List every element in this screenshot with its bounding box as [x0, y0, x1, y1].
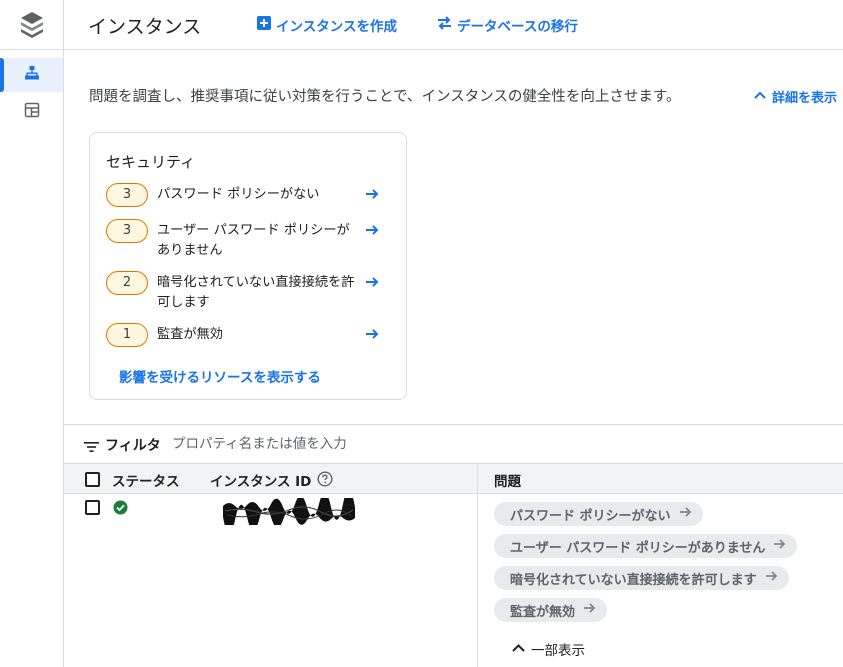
- chevron-up-icon: [512, 641, 525, 657]
- issue-chip-label: パスワード ポリシーがない: [510, 508, 671, 524]
- arrow-right-icon: [773, 538, 787, 554]
- issue-count-badge: 2: [106, 271, 148, 295]
- rail-item-instances[interactable]: [0, 58, 63, 92]
- swap-arrows-icon: [437, 16, 452, 34]
- help-circle-icon[interactable]: [317, 471, 333, 491]
- issue-chip[interactable]: 監査が無効: [494, 598, 608, 622]
- show-less-toggle[interactable]: 一部表示: [512, 639, 585, 659]
- arrow-right-icon: [679, 506, 693, 522]
- filter-bar: フィルタ: [64, 424, 843, 464]
- hierarchy-icon: [24, 65, 40, 85]
- arrow-right-icon[interactable]: [364, 274, 380, 294]
- issue-chip[interactable]: パスワード ポリシーがない: [494, 502, 703, 526]
- issue-count-badge: 3: [106, 183, 148, 207]
- issue-chip[interactable]: ユーザー パスワード ポリシーがありません: [494, 534, 798, 558]
- column-header-issues[interactable]: 問題: [494, 470, 521, 490]
- arrow-right-icon[interactable]: [364, 222, 380, 242]
- arrow-right-icon[interactable]: [364, 186, 380, 206]
- check-circle-icon: [113, 500, 128, 519]
- show-details-label: 詳細を表示: [772, 91, 838, 106]
- filter-lines-icon: [84, 438, 99, 457]
- create-instance-button[interactable]: インスタンスを作成: [257, 15, 397, 35]
- security-item-label: 暗号化されていない直接接続を許可します: [157, 275, 355, 310]
- security-card: セキュリティ 3 パスワード ポリシーがない 3 ユーザー パスワード ポリシー…: [89, 132, 407, 400]
- page-title: インスタンス: [88, 16, 202, 38]
- select-all-checkbox[interactable]: [85, 472, 100, 487]
- arrow-right-icon: [765, 570, 779, 586]
- issue-chip[interactable]: 暗号化されていない直接接続を許可します: [494, 566, 789, 590]
- column-divider: [477, 464, 478, 667]
- security-item-label: ユーザー パスワード ポリシーがありません: [157, 223, 350, 258]
- security-item-label: パスワード ポリシーがない: [157, 187, 320, 202]
- filter-input[interactable]: [172, 433, 672, 455]
- issue-count-badge: 1: [106, 323, 148, 347]
- column-header-instance-id[interactable]: インスタンス ID: [210, 470, 311, 490]
- security-card-title: セキュリティ: [106, 153, 196, 171]
- issue-count-badge: 3: [106, 219, 148, 243]
- dashboard-layout-icon: [24, 102, 40, 122]
- arrow-right-icon: [583, 602, 597, 618]
- redacted-instance-id[interactable]: [221, 489, 357, 534]
- view-affected-resources-link[interactable]: 影響を受けるリソースを表示する: [119, 366, 321, 386]
- column-header-status[interactable]: ステータス: [112, 470, 180, 490]
- page-header: インスタンス インスタンスを作成 データベースの移行: [64, 0, 843, 50]
- show-details-link[interactable]: 詳細を表示: [754, 87, 837, 106]
- show-less-label: 一部表示: [531, 643, 585, 659]
- issue-chip-label: 監査が無効: [510, 604, 576, 620]
- rail-item-dashboard[interactable]: [0, 95, 63, 129]
- issue-chip-label: ユーザー パスワード ポリシーがありません: [510, 540, 766, 556]
- issue-chip-label: 暗号化されていない直接接続を許可します: [510, 572, 757, 588]
- migrate-database-label: データベースの移行: [457, 19, 578, 35]
- arrow-right-icon[interactable]: [364, 326, 380, 346]
- page-description: 問題を調査し、推奨事項に従い対策を行うことで、インスタンスの健全性を向上させます…: [89, 89, 681, 105]
- security-item-label: 監査が無効: [157, 327, 223, 342]
- migrate-database-button[interactable]: データベースの移行: [437, 15, 578, 35]
- chevron-up-icon: [754, 89, 766, 104]
- create-instance-label: インスタンスを作成: [276, 19, 397, 35]
- left-nav-rail: [0, 0, 64, 667]
- filter-label: フィルタ: [105, 438, 161, 454]
- database-stack-icon[interactable]: [19, 10, 45, 40]
- table-header: ステータス インスタンス ID 問題: [64, 464, 843, 494]
- add-box-icon: [257, 16, 271, 34]
- row-checkbox[interactable]: [85, 500, 100, 515]
- rail-divider: [0, 49, 64, 50]
